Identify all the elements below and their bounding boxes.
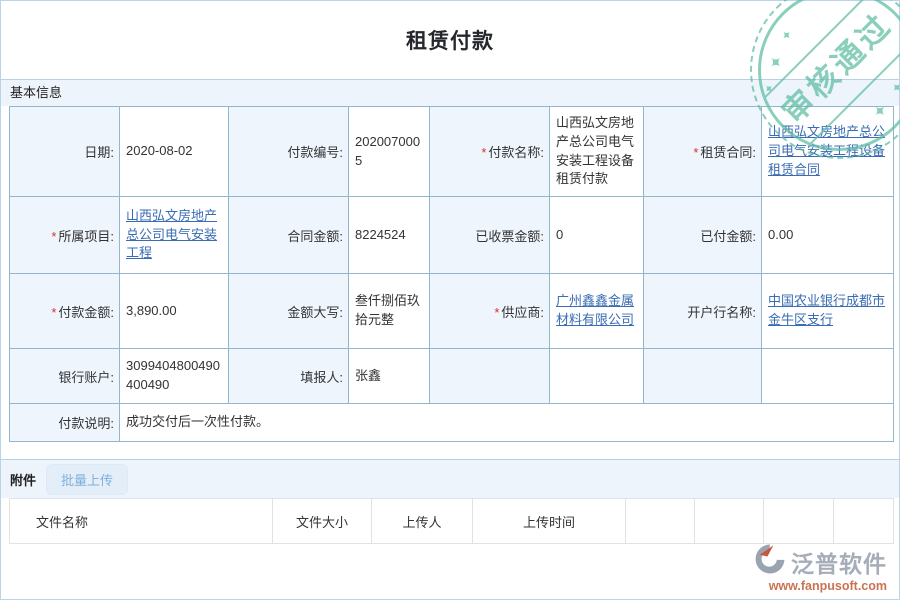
empty-header-cell: [764, 499, 834, 544]
date-value: 2020-08-02: [120, 107, 229, 197]
lease-contract-value: 山西弘文房地产总公司电气安装工程设备租赁合同: [762, 107, 894, 197]
attachment-table: 文件名称 文件大小 上传人 上传时间: [9, 498, 894, 544]
supplier-label: *供应商:: [430, 274, 550, 349]
payment-name-label: *付款名称:: [430, 107, 550, 197]
supplier-link[interactable]: 广州鑫鑫金属材料有限公司: [556, 293, 634, 327]
paid-amount-value: 0.00: [762, 197, 894, 274]
page-header: 租赁付款: [1, 1, 899, 79]
payment-no-label: 付款编号:: [229, 107, 349, 197]
contract-amount-label: 合同金额:: [229, 197, 349, 274]
empty-header-cell: [626, 499, 695, 544]
preparer-label: 填报人:: [229, 349, 349, 404]
lease-contract-link[interactable]: 山西弘文房地产总公司电气安装工程设备租赁合同: [768, 124, 885, 177]
page-title: 租赁付款: [406, 30, 494, 53]
payment-name-value: 山西弘文房地产总公司电气安装工程设备租赁付款: [550, 107, 644, 197]
bank-account-label: 银行账户:: [10, 349, 120, 404]
empty-value-cell: [762, 349, 894, 404]
payment-no-value: 2020070005: [349, 107, 430, 197]
basic-info-table: 日期: 2020-08-02 付款编号: 2020070005 *付款名称: 山…: [9, 106, 894, 442]
attachment-header-row: 文件名称 文件大小 上传人 上传时间: [10, 499, 894, 544]
empty-value-cell: [550, 349, 644, 404]
table-row: *所属项目: 山西弘文房地产总公司电气安装工程 合同金额: 8224524 已收…: [10, 197, 894, 274]
attachment-title: 附件: [10, 470, 36, 489]
payment-note-value: 成功交付后一次性付款。: [120, 404, 894, 442]
payment-amount-value: 3,890.00: [120, 274, 229, 349]
table-row: 银行账户: 3099404800490400490 填报人: 张鑫: [10, 349, 894, 404]
bank-account-value: 3099404800490400490: [120, 349, 229, 404]
required-marker: *: [481, 145, 486, 160]
upload-time-header: 上传时间: [473, 499, 626, 544]
table-row: 付款说明: 成功交付后一次性付款。: [10, 404, 894, 442]
payment-note-label: 付款说明:: [10, 404, 120, 442]
batch-upload-button[interactable]: 批量上传: [46, 464, 128, 495]
required-marker: *: [51, 229, 56, 244]
supplier-value: 广州鑫鑫金属材料有限公司: [550, 274, 644, 349]
lease-contract-label: *租赁合同:: [644, 107, 762, 197]
brand-logo-icon: [753, 542, 787, 581]
project-value: 山西弘文房地产总公司电气安装工程: [120, 197, 229, 274]
contract-amount-value: 8224524: [349, 197, 430, 274]
project-label: *所属项目:: [10, 197, 120, 274]
brand-website: www.fanpusoft.com: [753, 579, 887, 593]
payment-amount-label: *付款金额:: [10, 274, 120, 349]
bank-name-value: 中国农业银行成都市金牛区支行: [762, 274, 894, 349]
empty-header-cell: [834, 499, 894, 544]
table-row: 日期: 2020-08-02 付款编号: 2020070005 *付款名称: 山…: [10, 107, 894, 197]
vendor-brand: 泛普软件 www.fanpusoft.com: [753, 542, 887, 593]
basic-info-section-header: 基本信息: [1, 79, 899, 106]
uploader-header: 上传人: [372, 499, 473, 544]
empty-header-cell: [695, 499, 764, 544]
amount-in-words-label: 金额大写:: [229, 274, 349, 349]
invoiced-amount-value: 0: [550, 197, 644, 274]
attachment-section-header: 附件 批量上传: [1, 459, 899, 498]
date-label: 日期:: [10, 107, 120, 197]
amount-in-words-value: 叁仟捌佰玖拾元整: [349, 274, 430, 349]
bank-name-link[interactable]: 中国农业银行成都市金牛区支行: [768, 293, 885, 327]
empty-label-cell: [644, 349, 762, 404]
project-link[interactable]: 山西弘文房地产总公司电气安装工程: [126, 208, 217, 261]
preparer-value: 张鑫: [349, 349, 430, 404]
required-marker: *: [494, 305, 499, 320]
file-size-header: 文件大小: [273, 499, 372, 544]
empty-label-cell: [430, 349, 550, 404]
required-marker: *: [51, 305, 56, 320]
required-marker: *: [693, 145, 698, 160]
file-name-header: 文件名称: [10, 499, 273, 544]
paid-amount-label: 已付金额:: [644, 197, 762, 274]
basic-info-title: 基本信息: [10, 85, 62, 100]
invoiced-amount-label: 已收票金额:: [430, 197, 550, 274]
brand-name: 泛普软件: [791, 545, 887, 579]
table-row: *付款金额: 3,890.00 金额大写: 叁仟捌佰玖拾元整 *供应商: 广州鑫…: [10, 274, 894, 349]
bank-name-label: 开户行名称:: [644, 274, 762, 349]
